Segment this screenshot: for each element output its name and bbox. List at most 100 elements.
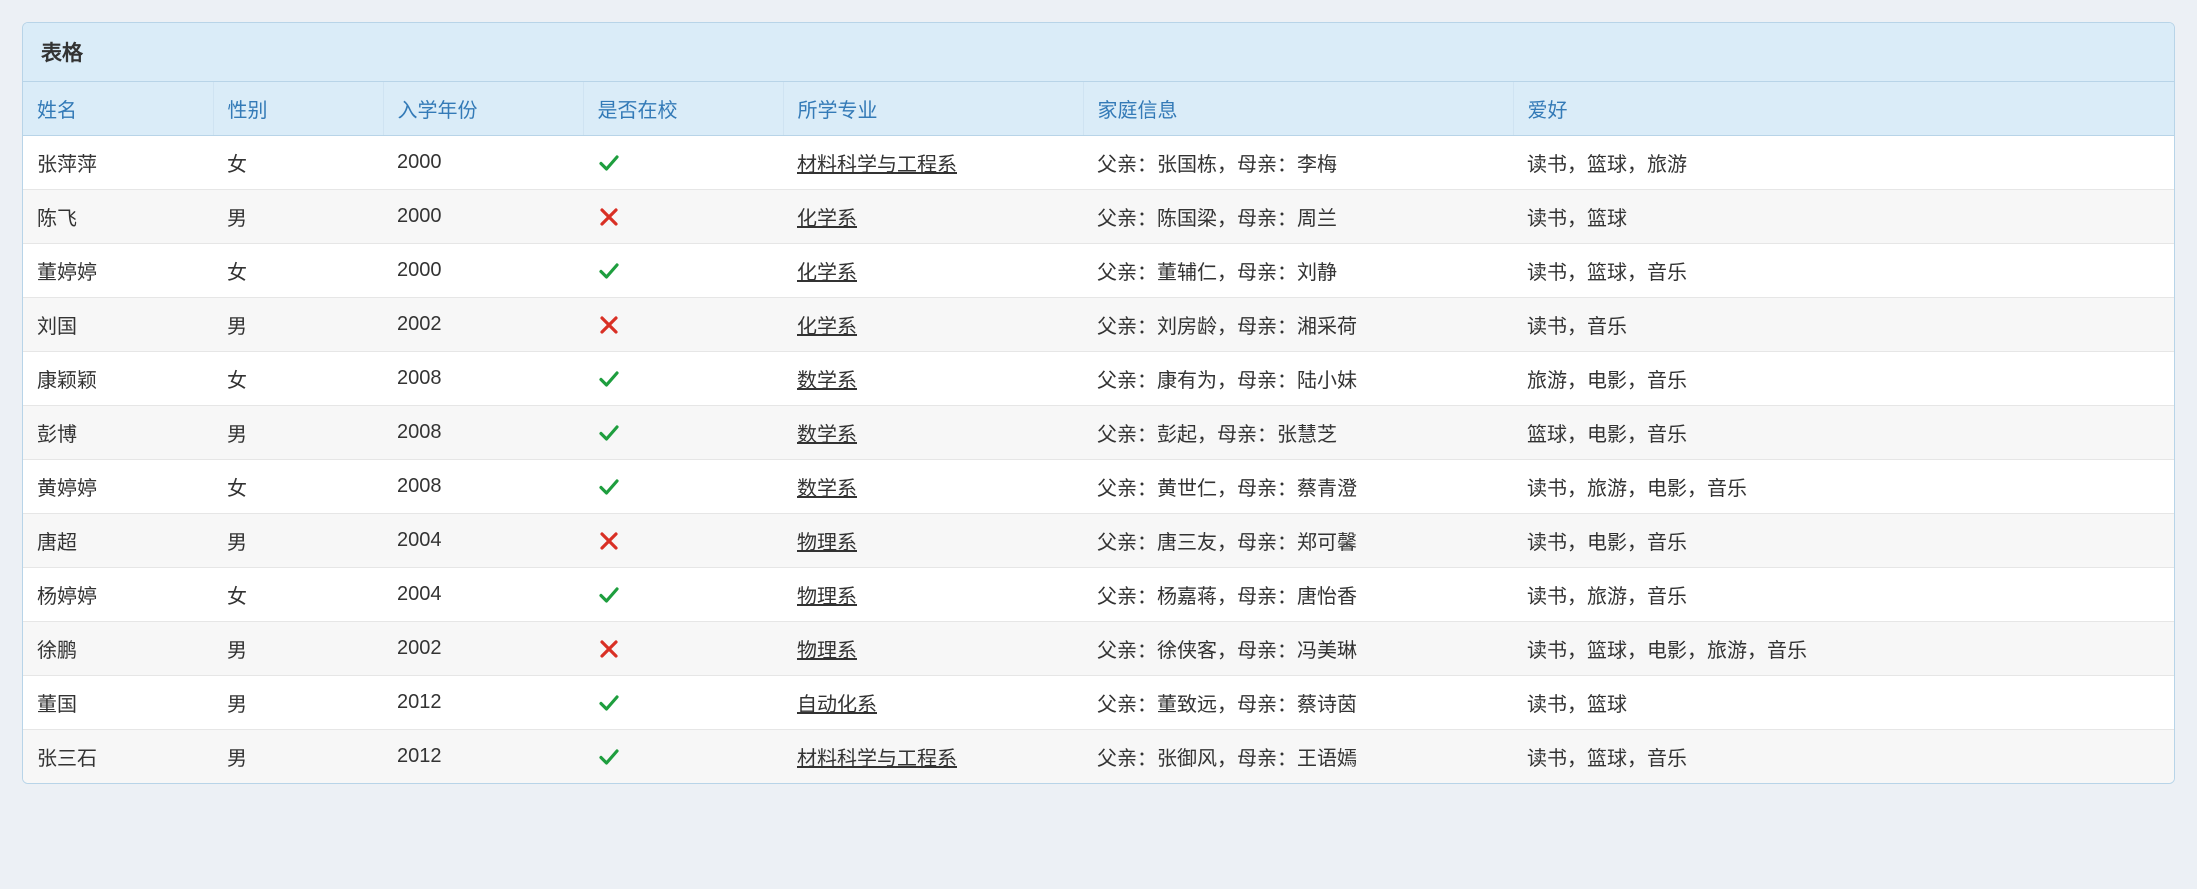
cell-name: 唐超 [23, 514, 213, 568]
cell-name: 杨婷婷 [23, 568, 213, 622]
major-link[interactable]: 化学系 [797, 208, 857, 230]
cell-oncampus [583, 622, 783, 676]
cell-major: 物理系 [783, 568, 1083, 622]
cross-icon [597, 637, 621, 661]
cell-major: 材料科学与工程系 [783, 730, 1083, 784]
table-row[interactable]: 董婷婷女2000化学系父亲：董辅仁，母亲：刘静读书，篮球，音乐 [23, 244, 2174, 298]
check-icon [597, 151, 621, 175]
col-header-year[interactable]: 入学年份 [383, 82, 583, 136]
check-icon [597, 691, 621, 715]
table-row[interactable]: 刘国男2002化学系父亲：刘房龄，母亲：湘采荷读书，音乐 [23, 298, 2174, 352]
cell-year: 2004 [383, 514, 583, 568]
cell-major: 数学系 [783, 406, 1083, 460]
cell-family: 父亲：唐三友，母亲：郑可馨 [1083, 514, 1513, 568]
cell-family: 父亲：张御风，母亲：王语嫣 [1083, 730, 1513, 784]
cell-hobby: 篮球，电影，音乐 [1513, 406, 2174, 460]
cell-gender: 男 [213, 406, 383, 460]
cell-hobby: 读书，篮球，音乐 [1513, 244, 2174, 298]
cell-family: 父亲：康有为，母亲：陆小妹 [1083, 352, 1513, 406]
cell-gender: 男 [213, 676, 383, 730]
cell-oncampus [583, 406, 783, 460]
cell-gender: 男 [213, 622, 383, 676]
table-header-row: 姓名 性别 入学年份 是否在校 所学专业 家庭信息 爱好 [23, 82, 2174, 136]
table-row[interactable]: 黄婷婷女2008数学系父亲：黄世仁，母亲：蔡青澄读书，旅游，电影，音乐 [23, 460, 2174, 514]
major-link[interactable]: 数学系 [797, 424, 857, 446]
table-row[interactable]: 徐鹏男2002 物理系 父亲：徐侠客，母亲：冯美琳读书，篮球，电影，旅游，音乐 [23, 622, 2174, 676]
cell-major: 化学系 [783, 298, 1083, 352]
cell-hobby: 读书，篮球 [1513, 676, 2174, 730]
cell-hobby: 读书，篮球，音乐 [1513, 730, 2174, 784]
cell-hobby: 读书，旅游，音乐 [1513, 568, 2174, 622]
cell-hobby: 读书，音乐 [1513, 298, 2174, 352]
cell-gender: 女 [213, 460, 383, 514]
table-row[interactable]: 彭博男2008 数学系 父亲：彭起，母亲：张慧芝篮球，电影，音乐 [23, 406, 2174, 460]
table-row[interactable]: 董国男2012自动化系父亲：董致远，母亲：蔡诗茵读书，篮球 [23, 676, 2174, 730]
cell-year: 2000 [383, 136, 583, 190]
check-icon [597, 421, 621, 445]
cell-year: 2008 [383, 352, 583, 406]
cell-year: 2002 [383, 298, 583, 352]
cell-gender: 女 [213, 244, 383, 298]
major-link[interactable]: 物理系 [797, 640, 857, 662]
table-row[interactable]: 唐超男2004 物理系 父亲：唐三友，母亲：郑可馨读书，电影，音乐 [23, 514, 2174, 568]
table-row[interactable]: 张萍萍女2000材料科学与工程系父亲：张国栋，母亲：李梅读书，篮球，旅游 [23, 136, 2174, 190]
col-header-hobby[interactable]: 爱好 [1513, 82, 2174, 136]
cell-year: 2002 [383, 622, 583, 676]
major-link[interactable]: 材料科学与工程系 [797, 748, 957, 770]
cell-name: 彭博 [23, 406, 213, 460]
cell-family: 父亲：徐侠客，母亲：冯美琳 [1083, 622, 1513, 676]
col-header-family[interactable]: 家庭信息 [1083, 82, 1513, 136]
cell-oncampus [583, 352, 783, 406]
table-panel: 表格 姓名 性别 入学年份 是否在校 所学专业 家庭信息 爱好 张萍萍女2000… [22, 22, 2175, 784]
cell-hobby: 读书，篮球，旅游 [1513, 136, 2174, 190]
table-row[interactable]: 张三石男2012 材料科学与工程系 父亲：张御风，母亲：王语嫣读书，篮球，音乐 [23, 730, 2174, 784]
cell-gender: 女 [213, 568, 383, 622]
table-row[interactable]: 陈飞男2000化学系父亲：陈国梁，母亲：周兰读书，篮球 [23, 190, 2174, 244]
cell-hobby: 读书，篮球，电影，旅游，音乐 [1513, 622, 2174, 676]
cell-year: 2012 [383, 676, 583, 730]
cross-icon [597, 529, 621, 553]
cell-family: 父亲：刘房龄，母亲：湘采荷 [1083, 298, 1513, 352]
col-header-name[interactable]: 姓名 [23, 82, 213, 136]
cell-oncampus [583, 676, 783, 730]
major-link[interactable]: 化学系 [797, 316, 857, 338]
cell-family: 父亲：彭起，母亲：张慧芝 [1083, 406, 1513, 460]
cell-name: 张三石 [23, 730, 213, 784]
check-icon [597, 259, 621, 283]
cell-year: 2012 [383, 730, 583, 784]
cell-oncampus [583, 568, 783, 622]
major-link[interactable]: 数学系 [797, 370, 857, 392]
cell-name: 黄婷婷 [23, 460, 213, 514]
cell-gender: 男 [213, 298, 383, 352]
cell-gender: 男 [213, 730, 383, 784]
cell-name: 董婷婷 [23, 244, 213, 298]
major-link[interactable]: 数学系 [797, 478, 857, 500]
cell-name: 董国 [23, 676, 213, 730]
cell-gender: 男 [213, 514, 383, 568]
cell-family: 父亲：杨嘉蒋，母亲：唐怡香 [1083, 568, 1513, 622]
cell-hobby: 读书，电影，音乐 [1513, 514, 2174, 568]
col-header-major[interactable]: 所学专业 [783, 82, 1083, 136]
cell-oncampus [583, 244, 783, 298]
major-link[interactable]: 物理系 [797, 532, 857, 554]
cell-year: 2008 [383, 406, 583, 460]
cell-major: 化学系 [783, 244, 1083, 298]
data-table: 姓名 性别 入学年份 是否在校 所学专业 家庭信息 爱好 张萍萍女2000材料科… [23, 82, 2174, 783]
major-link[interactable]: 材料科学与工程系 [797, 154, 957, 176]
cell-family: 父亲：陈国梁，母亲：周兰 [1083, 190, 1513, 244]
check-icon [597, 475, 621, 499]
cross-icon [597, 313, 621, 337]
cell-name: 徐鹏 [23, 622, 213, 676]
check-icon [597, 367, 621, 391]
cell-gender: 女 [213, 136, 383, 190]
col-header-oncampus[interactable]: 是否在校 [583, 82, 783, 136]
cell-oncampus [583, 514, 783, 568]
major-link[interactable]: 自动化系 [797, 694, 877, 716]
major-link[interactable]: 化学系 [797, 262, 857, 284]
major-link[interactable]: 物理系 [797, 586, 857, 608]
col-header-gender[interactable]: 性别 [213, 82, 383, 136]
cell-major: 自动化系 [783, 676, 1083, 730]
table-row[interactable]: 杨婷婷女2004物理系父亲：杨嘉蒋，母亲：唐怡香读书，旅游，音乐 [23, 568, 2174, 622]
table-row[interactable]: 康颖颖女2008数学系父亲：康有为，母亲：陆小妹旅游，电影，音乐 [23, 352, 2174, 406]
cell-major: 数学系 [783, 352, 1083, 406]
